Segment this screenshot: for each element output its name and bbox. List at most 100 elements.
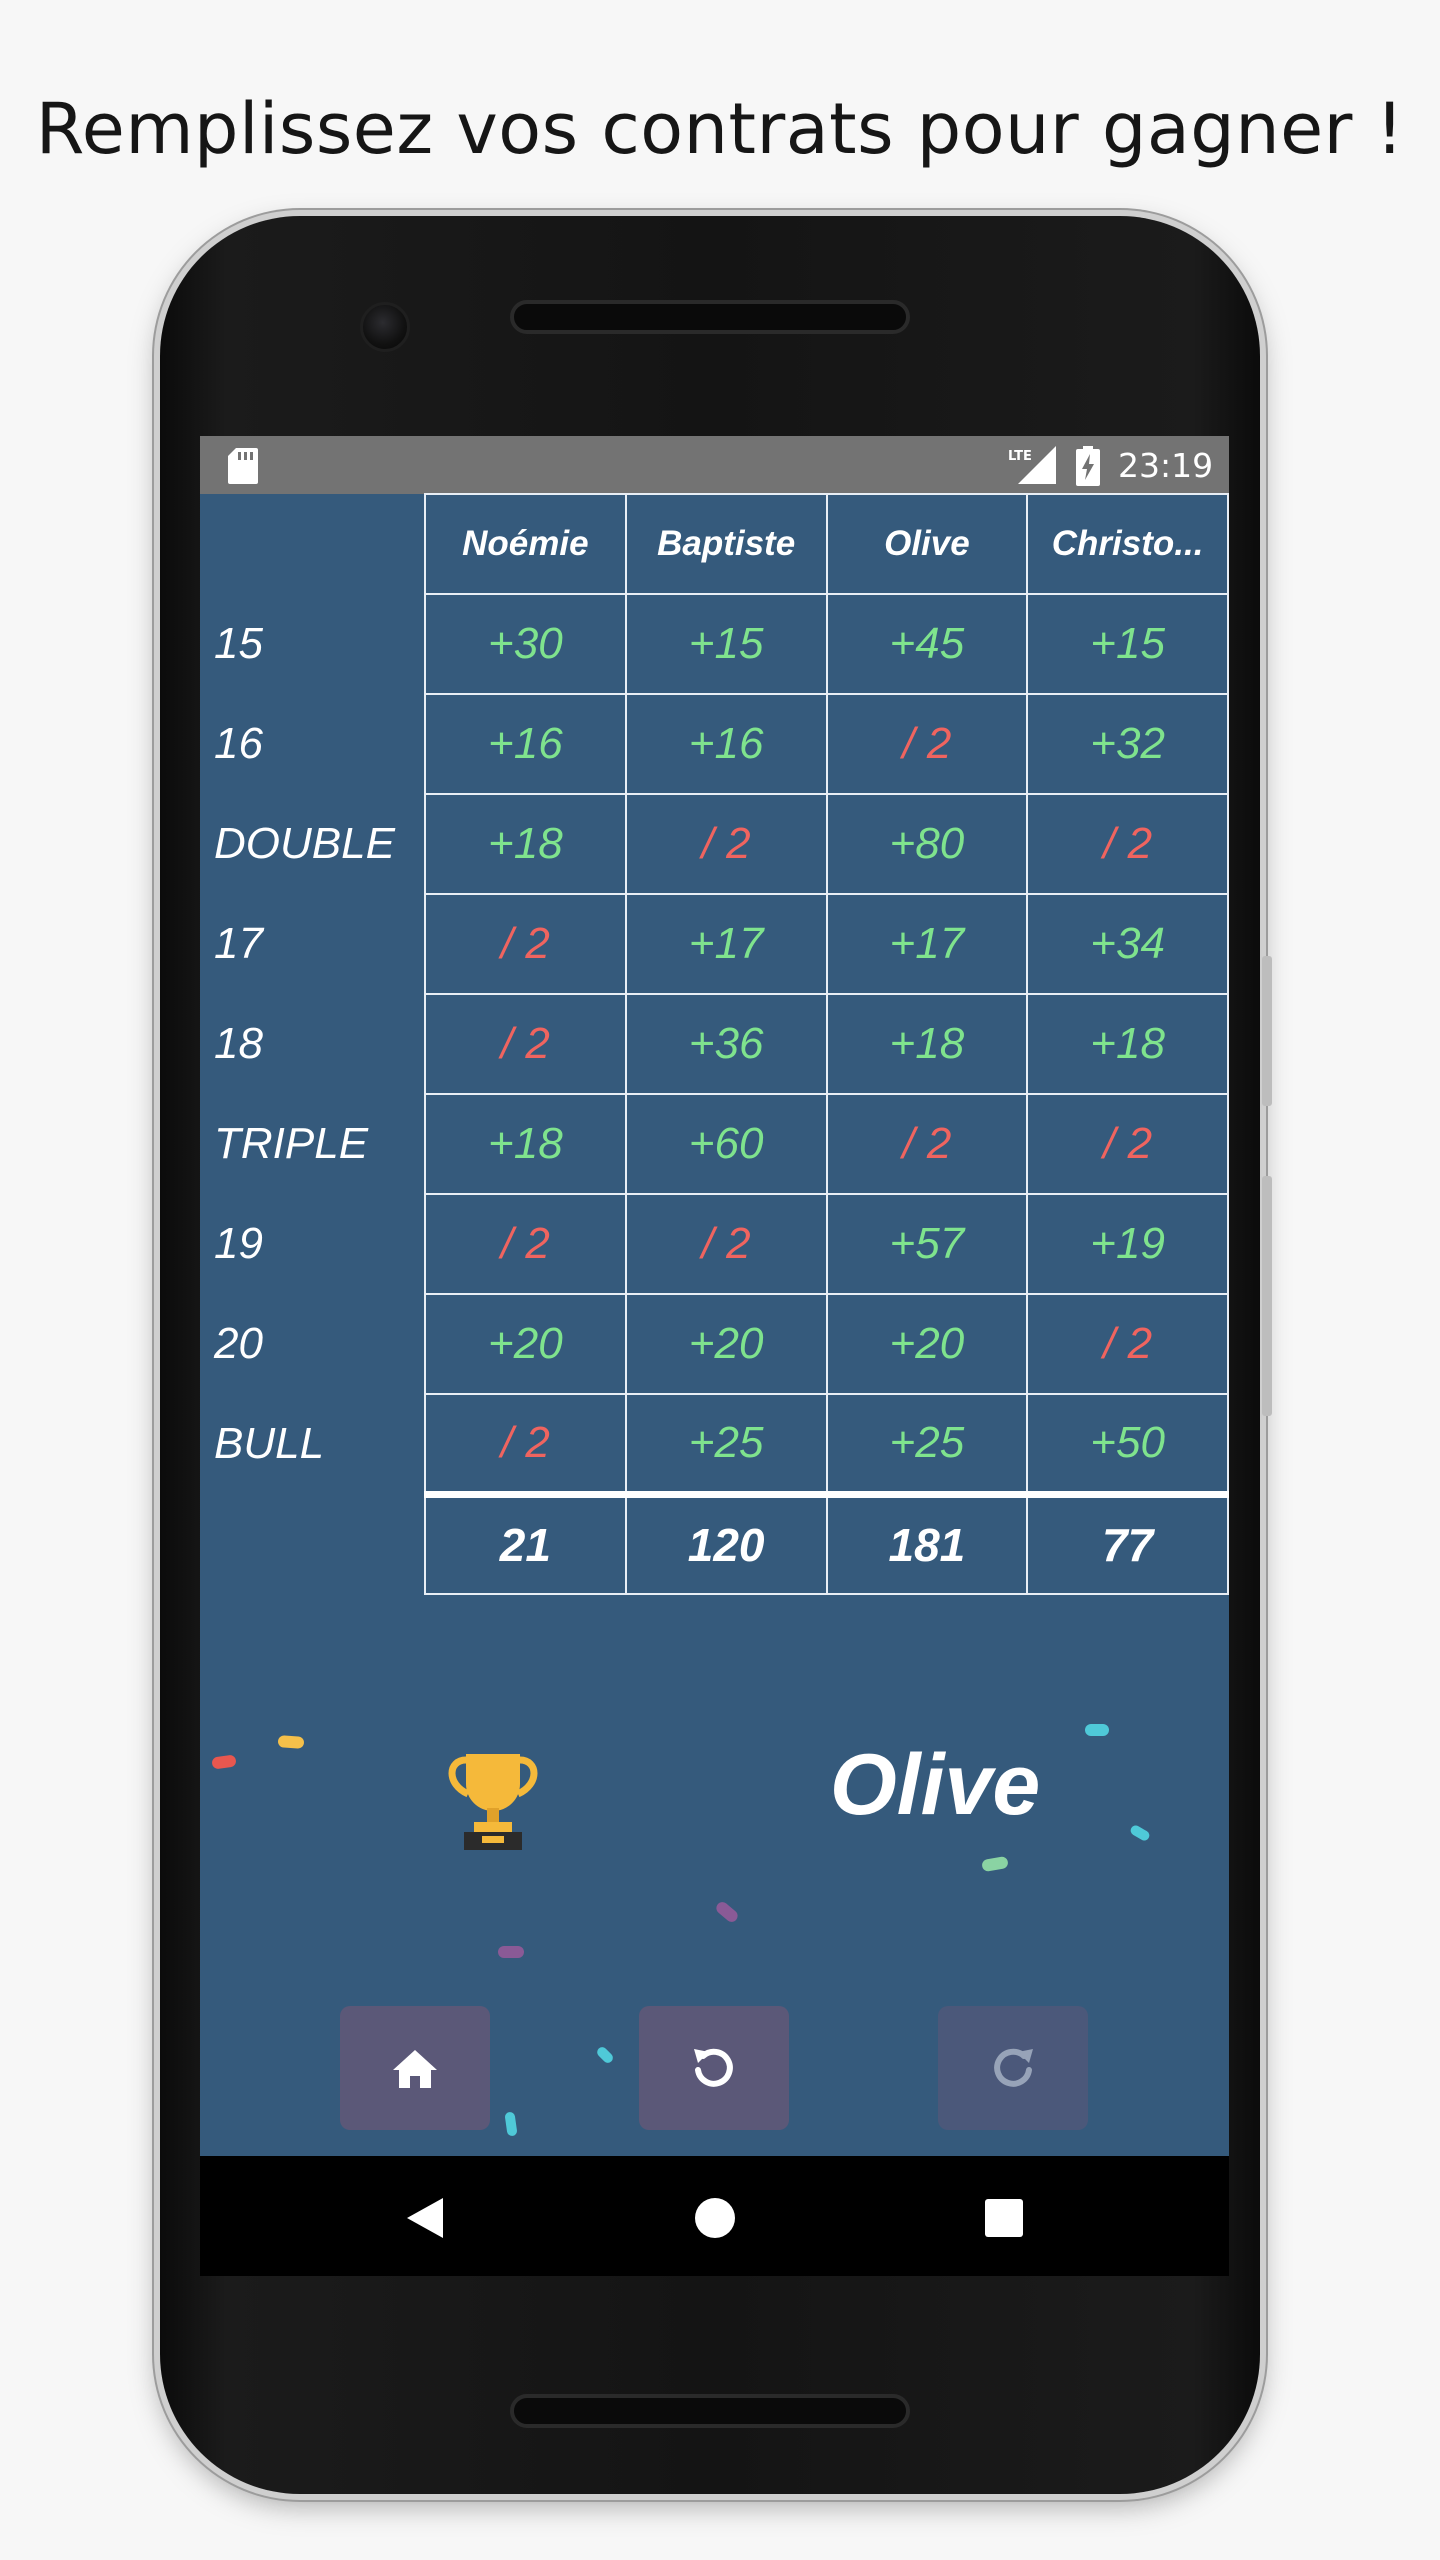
confetti-piece bbox=[713, 1899, 741, 1925]
recents-icon[interactable] bbox=[985, 2199, 1023, 2237]
trophy-icon bbox=[448, 1754, 538, 1850]
lte-signal-icon: LTE bbox=[1008, 446, 1056, 484]
score-cell: / 2 bbox=[424, 1393, 627, 1495]
score-cell: +80 bbox=[825, 793, 1029, 895]
undo-button[interactable] bbox=[639, 2006, 789, 2130]
score-cell: / 2 bbox=[624, 793, 828, 895]
navigation-bar bbox=[200, 2156, 1229, 2276]
earpiece-speaker bbox=[510, 300, 910, 334]
score-row: 20 +20 +20 +20/ 2 bbox=[200, 1293, 1229, 1395]
total-cell: 21 bbox=[424, 1490, 627, 1595]
score-cell: +17 bbox=[624, 893, 828, 995]
score-row: BULL/ 2 +25 +25 +50 bbox=[200, 1393, 1229, 1495]
contract-label: 16 bbox=[214, 719, 263, 768]
score-cell: / 2 bbox=[1026, 1093, 1229, 1195]
player-header: Baptiste bbox=[624, 493, 828, 595]
score-row: DOUBLE +18/ 2 +80/ 2 bbox=[200, 793, 1229, 895]
confetti-piece bbox=[1128, 1823, 1152, 1843]
score-row: 15 +30 +15 +45 +15 bbox=[200, 593, 1229, 695]
app-screen: LTE 23:19 Noémie Baptiste Olive Christo.… bbox=[200, 436, 1229, 2276]
undo-icon bbox=[694, 2048, 733, 2087]
player-header: Christo... bbox=[1026, 493, 1229, 595]
score-cell: +16 bbox=[424, 693, 627, 795]
contract-label: BULL bbox=[214, 1419, 325, 1468]
player-header: Olive bbox=[825, 493, 1029, 595]
score-cell: +45 bbox=[825, 593, 1029, 695]
redo-button[interactable] bbox=[938, 2006, 1088, 2130]
confetti-piece bbox=[981, 1855, 1009, 1873]
score-cell: +20 bbox=[424, 1293, 627, 1395]
score-cell: +20 bbox=[624, 1293, 828, 1395]
confetti-piece bbox=[211, 1754, 237, 1770]
score-cell: +19 bbox=[1026, 1193, 1229, 1295]
volume-button bbox=[1262, 956, 1272, 1106]
confetti-piece bbox=[595, 2045, 615, 2065]
header-row: Noémie Baptiste Olive Christo... bbox=[200, 493, 1229, 595]
back-icon[interactable] bbox=[405, 2196, 445, 2240]
score-cell: / 2 bbox=[424, 993, 627, 1095]
score-cell: +15 bbox=[1026, 593, 1229, 695]
confetti-piece bbox=[1085, 1724, 1109, 1736]
sd-card-icon bbox=[228, 448, 258, 484]
confetti-piece bbox=[504, 2111, 518, 2137]
total-label bbox=[200, 1494, 425, 1594]
score-cell: / 2 bbox=[424, 893, 627, 995]
score-cell: +18 bbox=[424, 793, 627, 895]
power-button bbox=[1262, 1176, 1272, 1416]
confetti-piece bbox=[498, 1946, 524, 1958]
score-row: 19/ 2/ 2 +57 +19 bbox=[200, 1193, 1229, 1295]
front-camera bbox=[360, 302, 410, 352]
score-cell: / 2 bbox=[1026, 793, 1229, 895]
score-row: 16 +16 +16/ 2 +32 bbox=[200, 693, 1229, 795]
confetti-piece bbox=[277, 1735, 305, 1749]
score-cell: +16 bbox=[624, 693, 828, 795]
contract-label: 17 bbox=[214, 919, 263, 968]
score-cell: / 2 bbox=[825, 693, 1029, 795]
contract-label: 15 bbox=[214, 619, 263, 668]
contract-label: DOUBLE bbox=[214, 819, 395, 868]
score-cell: +18 bbox=[424, 1093, 627, 1195]
score-cell: / 2 bbox=[825, 1093, 1029, 1195]
score-cell: / 2 bbox=[624, 1193, 828, 1295]
header-corner bbox=[200, 494, 425, 594]
player-header: Noémie bbox=[424, 493, 627, 595]
home-icon bbox=[393, 2050, 437, 2088]
score-cell: / 2 bbox=[1026, 1293, 1229, 1395]
total-row: 21 120 181 77 bbox=[200, 1490, 1229, 1595]
score-cell: +15 bbox=[624, 593, 828, 695]
home-button[interactable] bbox=[340, 2006, 490, 2130]
total-cell: 77 bbox=[1026, 1490, 1229, 1595]
score-row: TRIPLE +18 +60/ 2/ 2 bbox=[200, 1093, 1229, 1195]
score-cell: +25 bbox=[624, 1393, 828, 1495]
status-bar: LTE 23:19 bbox=[200, 436, 1229, 494]
score-cell: +20 bbox=[825, 1293, 1029, 1395]
contract-label: 18 bbox=[214, 1019, 263, 1068]
winner-name: Olive bbox=[829, 1737, 1041, 1833]
score-cell: +50 bbox=[1026, 1393, 1229, 1495]
redo-icon bbox=[994, 2048, 1033, 2087]
score-row: 18/ 2 +36 +18 +18 bbox=[200, 993, 1229, 1095]
bottom-speaker bbox=[510, 2394, 910, 2428]
svg-text:LTE: LTE bbox=[1008, 449, 1032, 464]
total-cell: 181 bbox=[825, 1490, 1029, 1595]
contract-label: 19 bbox=[214, 1219, 263, 1268]
home-nav-icon[interactable] bbox=[695, 2198, 735, 2238]
score-cell: +60 bbox=[624, 1093, 828, 1195]
score-cell: +57 bbox=[825, 1193, 1029, 1295]
score-cell: +17 bbox=[825, 893, 1029, 995]
score-cell: +34 bbox=[1026, 893, 1229, 995]
score-cell: +36 bbox=[624, 993, 828, 1095]
contract-label: 20 bbox=[214, 1319, 263, 1368]
score-row: 17/ 2 +17 +17 +34 bbox=[200, 893, 1229, 995]
score-cell: +18 bbox=[1026, 993, 1229, 1095]
score-cell: +30 bbox=[424, 593, 627, 695]
contract-label: TRIPLE bbox=[214, 1119, 369, 1168]
score-table: Noémie Baptiste Olive Christo... 15 +30 +1… bbox=[200, 493, 1229, 1595]
headline: Remplissez vos contrats pour gagner ! bbox=[35, 88, 1405, 170]
status-clock: 23:19 bbox=[1118, 446, 1214, 485]
score-cell: / 2 bbox=[424, 1193, 627, 1295]
score-cell: +18 bbox=[825, 993, 1029, 1095]
score-cell: +32 bbox=[1026, 693, 1229, 795]
battery-charging-icon bbox=[1076, 446, 1100, 486]
total-cell: 120 bbox=[624, 1490, 828, 1595]
